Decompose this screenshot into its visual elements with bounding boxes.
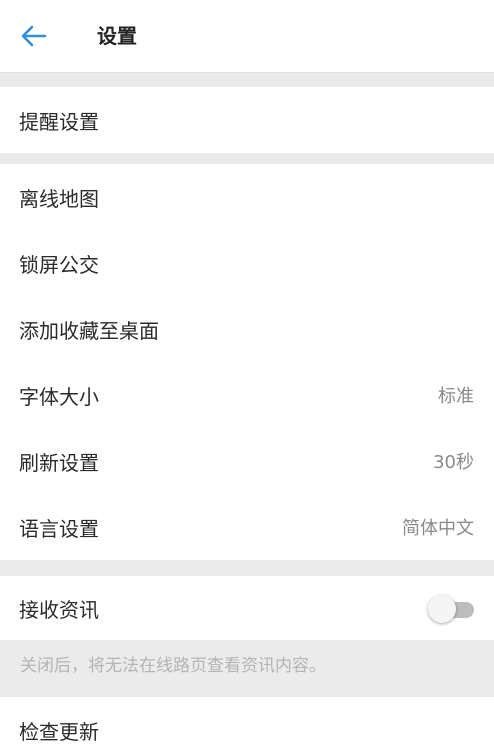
receive-news-toggle[interactable] [428, 594, 474, 623]
receive-news-label: 接收资讯 [19, 597, 99, 622]
arrow-left-icon [21, 25, 47, 47]
refresh-settings-label: 刷新设置 [19, 450, 99, 475]
refresh-settings-item[interactable]: 刷新设置 30秒 [0, 428, 494, 494]
news-hint: 关闭后，将无法在线路页查看资讯内容。 [0, 640, 494, 695]
page-title: 设置 [97, 24, 137, 48]
receive-news-item[interactable]: 接收资讯 [0, 576, 494, 640]
language-settings-label: 语言设置 [19, 516, 99, 541]
add-favorites-desktop-item[interactable]: 添加收藏至桌面 [0, 296, 494, 362]
toggle-knob [428, 595, 456, 623]
app-header: 设置 [0, 0, 494, 73]
language-settings-value: 简体中文 [402, 518, 474, 539]
settings-group-general: 离线地图 锁屏公交 添加收藏至桌面 字体大小 标准 刷新设置 30秒 语言设置 … [0, 164, 494, 560]
lockscreen-bus-item[interactable]: 锁屏公交 [0, 230, 494, 296]
offline-map-label: 离线地图 [19, 186, 99, 211]
settings-group-update: 检查更新 [0, 697, 494, 749]
font-size-value: 标准 [438, 386, 474, 407]
add-favorites-desktop-label: 添加收藏至桌面 [19, 318, 159, 343]
offline-map-item[interactable]: 离线地图 [0, 164, 494, 230]
refresh-settings-value: 30秒 [433, 452, 474, 473]
reminder-settings-item[interactable]: 提醒设置 [0, 87, 494, 153]
lockscreen-bus-label: 锁屏公交 [19, 252, 99, 277]
back-button[interactable] [14, 20, 54, 52]
font-size-label: 字体大小 [19, 384, 99, 409]
check-update-label: 检查更新 [19, 719, 99, 744]
check-update-item[interactable]: 检查更新 [0, 697, 494, 749]
font-size-item[interactable]: 字体大小 标准 [0, 362, 494, 428]
news-hint-text: 关闭后，将无法在线路页查看资讯内容。 [20, 656, 326, 676]
settings-group-reminder: 提醒设置 [0, 87, 494, 153]
language-settings-item[interactable]: 语言设置 简体中文 [0, 494, 494, 560]
settings-group-news: 接收资讯 [0, 576, 494, 640]
reminder-settings-label: 提醒设置 [19, 109, 99, 134]
